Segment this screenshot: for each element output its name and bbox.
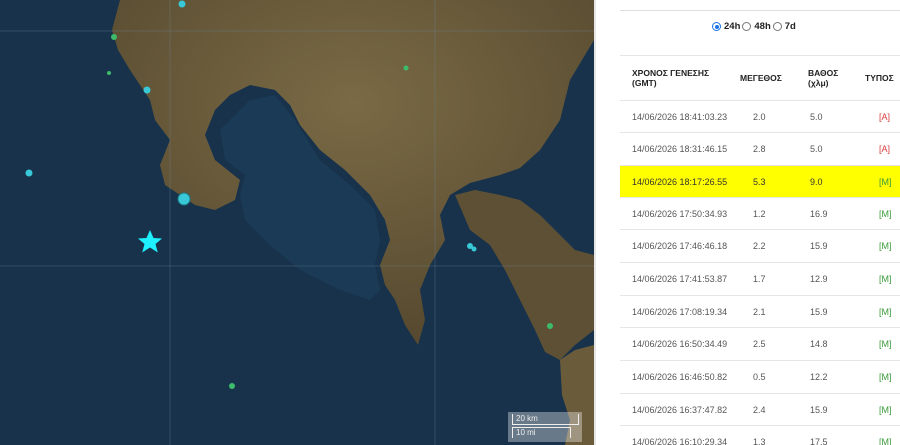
table-row[interactable]: 14/06/2026 16:50:34.49 2.5 14.8 [M] [620,327,900,360]
map-canvas[interactable] [0,0,594,445]
filter-7d[interactable]: 7d [772,21,796,32]
header-type[interactable]: ΤΥΠΟΣ [865,73,894,83]
quake-marker-green[interactable] [229,383,235,389]
scale-mi: 10 mi [512,427,571,438]
separator [620,55,900,56]
map-scale: 20 km 10 mi [508,412,582,442]
header-magnitude[interactable]: ΜΕΓΕΘΟΣ [740,73,782,83]
table-row[interactable]: 14/06/2026 17:41:53.87 1.7 12.9 [M] [620,262,900,295]
quake-marker-green[interactable] [547,323,553,329]
quake-marker-green[interactable] [111,34,117,40]
quake-marker[interactable] [143,86,151,94]
table-row[interactable]: 14/06/2026 16:37:47.82 2.4 15.9 [M] [620,393,900,426]
quake-marker[interactable] [177,192,191,206]
table-row[interactable]: 14/06/2026 17:08:19.34 2.1 15.9 [M] [620,295,900,328]
radio-icon[interactable] [712,22,721,31]
top-rule [620,10,900,11]
time-filter: 24h 48h 7d [712,21,798,32]
quake-marker-green[interactable] [403,65,409,71]
quake-marker[interactable] [25,169,33,177]
table-row[interactable]: 14/06/2026 17:50:34.93 1.2 16.9 [M] [620,197,900,230]
table-row[interactable]: 14/06/2026 16:46:50.82 0.5 12.2 [M] [620,360,900,393]
scale-km: 20 km [512,414,579,425]
radio-icon[interactable] [772,22,782,31]
header-depth[interactable]: ΒΑΘΟΣ (χλμ) [808,68,838,88]
filter-48h[interactable]: 48h [742,21,771,32]
table-row[interactable]: 14/06/2026 18:41:03.23 2.0 5.0 [A] [620,100,900,133]
radio-icon[interactable] [742,22,752,31]
filter-24h[interactable]: 24h [712,21,740,32]
table-header: ΧΡΟΝΟΣ ΓΕΝΕΣΗΣ (GMT) ΜΕΓΕΘΟΣ ΒΑΘΟΣ (χλμ)… [620,64,900,100]
quake-marker[interactable] [471,246,477,252]
header-time[interactable]: ΧΡΟΝΟΣ ΓΕΝΕΣΗΣ (GMT) [632,68,709,88]
table-row[interactable]: 14/06/2026 18:31:46.15 2.8 5.0 [A] [620,132,900,165]
earthquake-map[interactable]: 20 km 10 mi [0,0,594,445]
quake-marker[interactable] [178,0,186,8]
quake-marker-green[interactable] [107,71,111,75]
earthquake-list-panel: 24h 48h 7d ΧΡΟΝΟΣ ΓΕΝΕΣΗΣ (GMT) ΜΕΓΕΘΟΣ … [596,0,900,445]
table-row[interactable]: 14/06/2026 16:10:29.34 1.3 17.5 [M] [620,425,900,445]
table-row-highlighted[interactable]: 14/06/2026 18:17:26.55 5.3 9.0 [M] [620,165,900,198]
table-row[interactable]: 14/06/2026 17:46:46.18 2.2 15.9 [M] [620,229,900,262]
